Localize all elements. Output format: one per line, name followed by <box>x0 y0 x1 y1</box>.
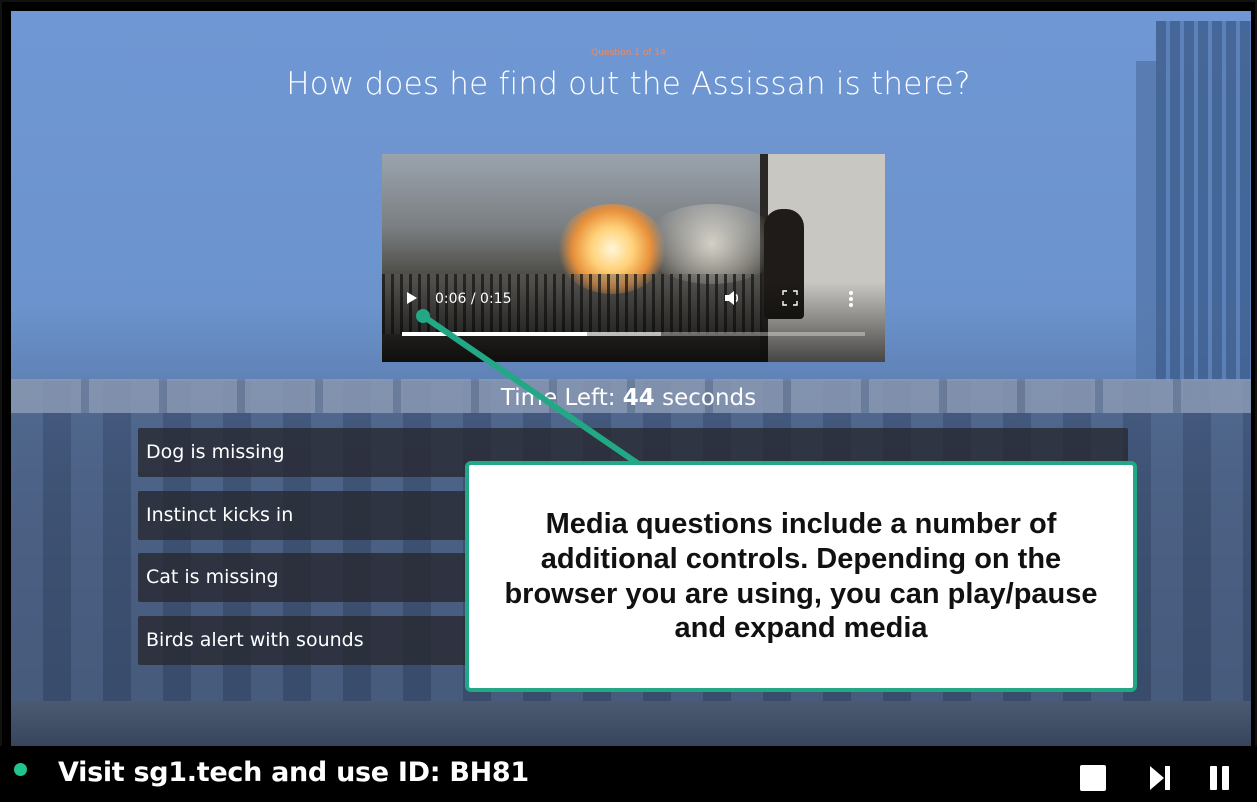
join-instructions: Visit sg1.tech and use ID: BH81 <box>58 757 529 788</box>
next-icon[interactable] <box>1149 765 1171 791</box>
volume-icon[interactable] <box>724 290 742 306</box>
footer-bar: Visit sg1.tech and use ID: BH81 <box>0 746 1257 802</box>
time-left-label: Time Left: 44 seconds <box>0 385 1257 411</box>
time-left-suffix: seconds <box>662 385 757 411</box>
question-counter: Question 1 of 14 <box>591 48 666 58</box>
video-player[interactable]: 0:06 / 0:15 <box>382 154 885 362</box>
question-title: How does he find out the Assissan is the… <box>286 66 971 102</box>
tutorial-callout: Media questions include a number of addi… <box>465 461 1137 692</box>
video-time-display: 0:06 / 0:15 <box>435 291 512 307</box>
fullscreen-icon[interactable] <box>782 290 798 306</box>
video-progress-bar[interactable] <box>402 332 865 336</box>
time-left-prefix: Time Left: <box>500 385 616 411</box>
stop-icon[interactable] <box>1080 765 1106 791</box>
play-icon[interactable] <box>407 292 417 304</box>
background-steps <box>11 701 1251 748</box>
callout-text: Media questions include a number of addi… <box>504 507 1098 645</box>
status-dot-icon <box>14 763 27 776</box>
video-progress-fill <box>402 332 588 336</box>
time-left-value: 44 <box>622 385 655 411</box>
video-frame-smoke <box>642 204 782 284</box>
more-options-icon[interactable] <box>848 290 854 308</box>
pause-icon[interactable] <box>1209 765 1231 791</box>
